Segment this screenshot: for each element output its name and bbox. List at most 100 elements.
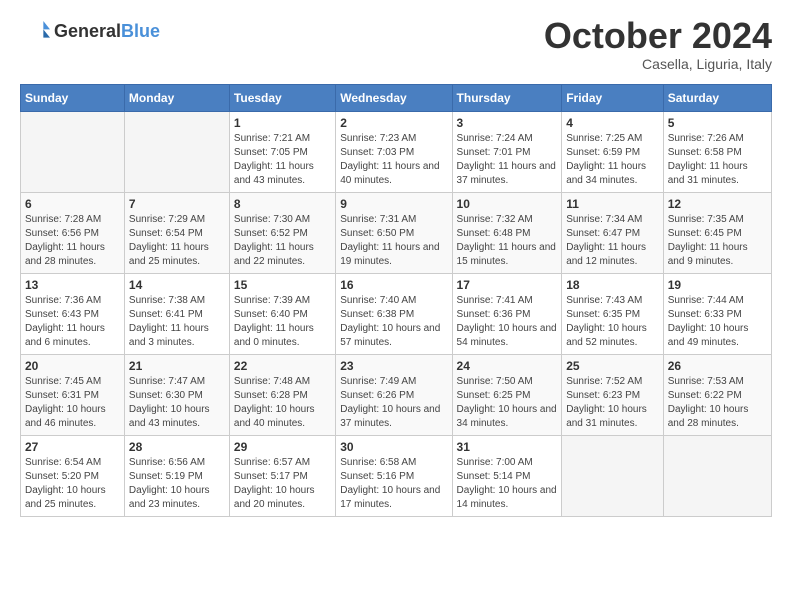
calendar-cell: 16 Sunrise: 7:40 AMSunset: 6:38 PMDaylig… [336, 273, 452, 354]
day-info: Sunrise: 7:52 AMSunset: 6:23 PMDaylight:… [566, 375, 659, 431]
day-info: Sunrise: 7:50 AMSunset: 6:25 PMDaylight:… [457, 375, 558, 431]
day-info: Sunrise: 7:25 AMSunset: 6:59 PMDaylight:… [566, 132, 659, 188]
day-number: 9 [340, 197, 447, 211]
day-info: Sunrise: 6:56 AMSunset: 5:19 PMDaylight:… [129, 456, 225, 512]
day-info: Sunrise: 7:40 AMSunset: 6:38 PMDaylight:… [340, 294, 447, 350]
day-info: Sunrise: 7:32 AMSunset: 6:48 PMDaylight:… [457, 213, 558, 269]
day-number: 16 [340, 278, 447, 292]
day-info: Sunrise: 7:53 AMSunset: 6:22 PMDaylight:… [668, 375, 767, 431]
calendar-cell: 26 Sunrise: 7:53 AMSunset: 6:22 PMDaylig… [663, 354, 771, 435]
title-block: October 2024 Casella, Liguria, Italy [544, 16, 772, 72]
day-number: 6 [25, 197, 120, 211]
day-number: 7 [129, 197, 225, 211]
day-info: Sunrise: 7:24 AMSunset: 7:01 PMDaylight:… [457, 132, 558, 188]
day-info: Sunrise: 7:48 AMSunset: 6:28 PMDaylight:… [234, 375, 331, 431]
day-info: Sunrise: 7:43 AMSunset: 6:35 PMDaylight:… [566, 294, 659, 350]
day-info: Sunrise: 7:38 AMSunset: 6:41 PMDaylight:… [129, 294, 225, 350]
calendar-cell: 21 Sunrise: 7:47 AMSunset: 6:30 PMDaylig… [124, 354, 229, 435]
calendar-cell: 20 Sunrise: 7:45 AMSunset: 6:31 PMDaylig… [21, 354, 125, 435]
day-number: 18 [566, 278, 659, 292]
calendar-cell: 7 Sunrise: 7:29 AMSunset: 6:54 PMDayligh… [124, 192, 229, 273]
month-title: October 2024 [544, 16, 772, 56]
day-info: Sunrise: 7:34 AMSunset: 6:47 PMDaylight:… [566, 213, 659, 269]
calendar-cell: 5 Sunrise: 7:26 AMSunset: 6:58 PMDayligh… [663, 111, 771, 192]
page-header: GeneralBlue October 2024 Casella, Liguri… [20, 16, 772, 72]
calendar-week-row: 13 Sunrise: 7:36 AMSunset: 6:43 PMDaylig… [21, 273, 772, 354]
day-number: 5 [668, 116, 767, 130]
day-info: Sunrise: 6:57 AMSunset: 5:17 PMDaylight:… [234, 456, 331, 512]
weekday-header: Friday [562, 84, 664, 111]
day-number: 20 [25, 359, 120, 373]
calendar-cell: 31 Sunrise: 7:00 AMSunset: 5:14 PMDaylig… [452, 435, 562, 516]
calendar-cell [21, 111, 125, 192]
weekday-header: Tuesday [229, 84, 335, 111]
calendar-cell: 10 Sunrise: 7:32 AMSunset: 6:48 PMDaylig… [452, 192, 562, 273]
calendar-table: SundayMondayTuesdayWednesdayThursdayFrid… [20, 84, 772, 517]
day-info: Sunrise: 7:30 AMSunset: 6:52 PMDaylight:… [234, 213, 331, 269]
day-number: 1 [234, 116, 331, 130]
day-number: 28 [129, 440, 225, 454]
day-number: 3 [457, 116, 558, 130]
calendar-cell: 29 Sunrise: 6:57 AMSunset: 5:17 PMDaylig… [229, 435, 335, 516]
day-number: 15 [234, 278, 331, 292]
logo-general: GeneralBlue [54, 21, 160, 42]
day-info: Sunrise: 7:35 AMSunset: 6:45 PMDaylight:… [668, 213, 767, 269]
calendar-cell: 17 Sunrise: 7:41 AMSunset: 6:36 PMDaylig… [452, 273, 562, 354]
calendar-cell: 24 Sunrise: 7:50 AMSunset: 6:25 PMDaylig… [452, 354, 562, 435]
day-number: 17 [457, 278, 558, 292]
day-number: 23 [340, 359, 447, 373]
calendar-cell: 25 Sunrise: 7:52 AMSunset: 6:23 PMDaylig… [562, 354, 664, 435]
calendar-cell: 15 Sunrise: 7:39 AMSunset: 6:40 PMDaylig… [229, 273, 335, 354]
calendar-cell: 6 Sunrise: 7:28 AMSunset: 6:56 PMDayligh… [21, 192, 125, 273]
day-info: Sunrise: 7:29 AMSunset: 6:54 PMDaylight:… [129, 213, 225, 269]
weekday-header: Thursday [452, 84, 562, 111]
day-number: 25 [566, 359, 659, 373]
day-info: Sunrise: 7:47 AMSunset: 6:30 PMDaylight:… [129, 375, 225, 431]
calendar-cell: 18 Sunrise: 7:43 AMSunset: 6:35 PMDaylig… [562, 273, 664, 354]
day-info: Sunrise: 6:58 AMSunset: 5:16 PMDaylight:… [340, 456, 447, 512]
calendar-cell: 9 Sunrise: 7:31 AMSunset: 6:50 PMDayligh… [336, 192, 452, 273]
day-number: 22 [234, 359, 331, 373]
day-number: 11 [566, 197, 659, 211]
calendar-week-row: 27 Sunrise: 6:54 AMSunset: 5:20 PMDaylig… [21, 435, 772, 516]
calendar-cell: 12 Sunrise: 7:35 AMSunset: 6:45 PMDaylig… [663, 192, 771, 273]
calendar-cell: 4 Sunrise: 7:25 AMSunset: 6:59 PMDayligh… [562, 111, 664, 192]
weekday-header: Monday [124, 84, 229, 111]
calendar-header-row: SundayMondayTuesdayWednesdayThursdayFrid… [21, 84, 772, 111]
logo-icon [20, 16, 50, 46]
day-info: Sunrise: 6:54 AMSunset: 5:20 PMDaylight:… [25, 456, 120, 512]
calendar-cell: 28 Sunrise: 6:56 AMSunset: 5:19 PMDaylig… [124, 435, 229, 516]
day-info: Sunrise: 7:41 AMSunset: 6:36 PMDaylight:… [457, 294, 558, 350]
day-info: Sunrise: 7:45 AMSunset: 6:31 PMDaylight:… [25, 375, 120, 431]
day-info: Sunrise: 7:31 AMSunset: 6:50 PMDaylight:… [340, 213, 447, 269]
day-number: 26 [668, 359, 767, 373]
calendar-cell: 27 Sunrise: 6:54 AMSunset: 5:20 PMDaylig… [21, 435, 125, 516]
day-number: 12 [668, 197, 767, 211]
day-number: 13 [25, 278, 120, 292]
calendar-cell: 23 Sunrise: 7:49 AMSunset: 6:26 PMDaylig… [336, 354, 452, 435]
calendar-cell: 22 Sunrise: 7:48 AMSunset: 6:28 PMDaylig… [229, 354, 335, 435]
day-info: Sunrise: 7:26 AMSunset: 6:58 PMDaylight:… [668, 132, 767, 188]
calendar-week-row: 20 Sunrise: 7:45 AMSunset: 6:31 PMDaylig… [21, 354, 772, 435]
day-number: 8 [234, 197, 331, 211]
day-info: Sunrise: 7:36 AMSunset: 6:43 PMDaylight:… [25, 294, 120, 350]
day-info: Sunrise: 7:49 AMSunset: 6:26 PMDaylight:… [340, 375, 447, 431]
calendar-cell: 30 Sunrise: 6:58 AMSunset: 5:16 PMDaylig… [336, 435, 452, 516]
day-number: 29 [234, 440, 331, 454]
calendar-cell: 11 Sunrise: 7:34 AMSunset: 6:47 PMDaylig… [562, 192, 664, 273]
day-number: 4 [566, 116, 659, 130]
day-info: Sunrise: 7:00 AMSunset: 5:14 PMDaylight:… [457, 456, 558, 512]
day-info: Sunrise: 7:23 AMSunset: 7:03 PMDaylight:… [340, 132, 447, 188]
calendar-cell [124, 111, 229, 192]
day-number: 30 [340, 440, 447, 454]
calendar-cell: 13 Sunrise: 7:36 AMSunset: 6:43 PMDaylig… [21, 273, 125, 354]
location-subtitle: Casella, Liguria, Italy [544, 56, 772, 72]
calendar-cell: 19 Sunrise: 7:44 AMSunset: 6:33 PMDaylig… [663, 273, 771, 354]
day-number: 2 [340, 116, 447, 130]
calendar-cell: 14 Sunrise: 7:38 AMSunset: 6:41 PMDaylig… [124, 273, 229, 354]
logo-text-block: GeneralBlue [54, 21, 160, 42]
weekday-header: Wednesday [336, 84, 452, 111]
calendar-cell: 8 Sunrise: 7:30 AMSunset: 6:52 PMDayligh… [229, 192, 335, 273]
day-number: 31 [457, 440, 558, 454]
day-number: 10 [457, 197, 558, 211]
